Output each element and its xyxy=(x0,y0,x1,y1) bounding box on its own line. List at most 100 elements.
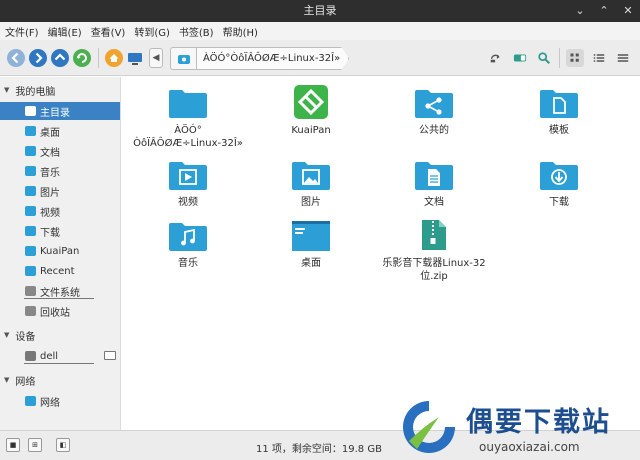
file-label: 模板 xyxy=(549,125,569,136)
sidebar-item-videos[interactable]: 视频 xyxy=(0,202,120,220)
toolbar: ◀ ÀÖÓ°ÒôÏÂÔØÆ÷Linux-32Î» xyxy=(0,40,640,76)
minimize-button[interactable]: ⌄ xyxy=(574,0,586,22)
watermark-url: ouyaoxiazai.com xyxy=(479,440,580,454)
sidebar-item-label: 图片 xyxy=(40,187,60,199)
file-item[interactable]: 音乐 xyxy=(133,220,243,270)
menu-bookmarks[interactable]: 书签(B) xyxy=(179,24,214,39)
zip-archive-icon xyxy=(422,220,446,250)
breadcrumb-path[interactable]: ÀÖÓ°ÒôÏÂÔØÆ÷Linux-32Î» xyxy=(196,47,349,70)
path-toggle-button[interactable]: ◀ xyxy=(149,48,163,68)
file-item[interactable]: 视频 xyxy=(133,159,243,209)
sidebar-item-recent[interactable]: Recent xyxy=(0,262,120,280)
file-item[interactable]: ÀÖÓ° ÒôÏÂÔØÆ÷Linux-32Î» xyxy=(133,87,243,150)
menu-edit[interactable]: 编辑(E) xyxy=(48,24,82,39)
drive-icon xyxy=(25,351,36,361)
computer-icon[interactable] xyxy=(126,49,144,67)
eject-icon[interactable] xyxy=(104,351,116,360)
file-label: 下载 xyxy=(549,197,569,208)
file-item[interactable]: 乐影音下载器Linux-32 位.zip xyxy=(379,218,489,283)
file-label: 乐影音下载器Linux-32 位.zip xyxy=(382,258,486,282)
section-title: 网络 xyxy=(15,376,36,388)
sidebar-item-desktop[interactable]: 桌面 xyxy=(0,122,120,140)
section-my-computer[interactable]: ▼ 我的电脑 xyxy=(4,83,55,98)
videos-icon xyxy=(25,206,36,216)
network-icon[interactable] xyxy=(487,49,505,67)
dell-usage-bar xyxy=(24,363,94,364)
documents-icon xyxy=(25,146,36,156)
section-devices[interactable]: ▼ 设备 xyxy=(4,328,36,343)
sidebar-item-label: 网络 xyxy=(40,397,60,409)
file-grid: ÀÖÓ° ÒôÏÂÔØÆ÷Linux-32Î» KuaiPan 公共的 模板 视… xyxy=(121,77,640,430)
menu-file[interactable]: 文件(F) xyxy=(5,24,39,39)
toggle-sidebar-icon[interactable]: ◧ xyxy=(56,438,70,452)
sidebar-item-label: 文件系统 xyxy=(40,287,80,299)
file-label: 公共的 xyxy=(419,125,449,136)
expand-triangle-icon: ▼ xyxy=(4,376,10,384)
watermark: 偶要下载站 ouyaoxiazai.com xyxy=(393,393,640,460)
expand-triangle-icon: ▼ xyxy=(4,86,10,94)
file-item[interactable]: 图片 xyxy=(256,159,366,209)
sidebar-item-kuaipan[interactable]: KuaiPan xyxy=(0,242,120,260)
music-folder-icon xyxy=(169,223,207,251)
search-icon[interactable] xyxy=(535,49,553,67)
download-folder-icon xyxy=(540,162,578,190)
file-label: ÀÖÓ° ÒôÏÂÔØÆ÷Linux-32Î» xyxy=(133,125,243,149)
caret-left-icon: ◀ xyxy=(152,53,160,63)
desktop-folder-icon xyxy=(292,221,330,251)
back-icon[interactable] xyxy=(7,49,25,67)
tree-icon[interactable]: ⊞ xyxy=(28,438,42,452)
sidebar-item-label: 主目录 xyxy=(40,107,70,119)
drive-icon[interactable] xyxy=(170,47,196,70)
sidebar-item-label: 音乐 xyxy=(40,167,60,179)
menu-view[interactable]: 查看(V) xyxy=(91,24,126,39)
kuaipan-icon xyxy=(294,85,328,119)
file-label: 音乐 xyxy=(178,258,198,269)
file-manager-window: 主目录 ⌄ ⌃ ✕ 文件(F) 编辑(E) 查看(V) 转到(G) 书签(B) … xyxy=(0,0,640,460)
toolbar-separator xyxy=(559,48,560,68)
view-tools xyxy=(487,48,632,68)
home-folder-icon xyxy=(25,106,36,116)
sidebar-item-label: 下载 xyxy=(40,227,60,239)
section-title: 设备 xyxy=(15,331,36,343)
sidebar-item-trash[interactable]: 回收站 xyxy=(0,302,120,320)
forward-icon[interactable] xyxy=(29,49,47,67)
close-button[interactable]: ✕ xyxy=(622,0,634,22)
home-icon[interactable] xyxy=(105,49,123,67)
video-folder-icon xyxy=(169,162,207,190)
watermark-logo xyxy=(403,401,455,453)
menu-go[interactable]: 转到(G) xyxy=(134,24,170,39)
file-item[interactable]: 文档 xyxy=(379,159,489,209)
menu-help[interactable]: 帮助(H) xyxy=(223,24,258,39)
trash-icon xyxy=(25,306,36,316)
sidebar-item-label: dell xyxy=(40,350,59,362)
watermark-title: 偶要下载站 xyxy=(466,407,611,438)
pictures-icon xyxy=(25,186,36,196)
sidebar-item-label: Recent xyxy=(40,265,75,277)
sidebar-item-downloads[interactable]: 下载 xyxy=(0,222,120,240)
sidebar-item-pictures[interactable]: 图片 xyxy=(0,182,120,200)
file-item[interactable]: 桌面 xyxy=(256,220,366,270)
file-item[interactable]: 模板 xyxy=(504,87,614,137)
sidebar-item-documents[interactable]: 文档 xyxy=(0,142,120,160)
refresh-icon[interactable] xyxy=(73,49,91,67)
list-view-icon[interactable] xyxy=(590,49,608,67)
icon-view-icon[interactable] xyxy=(566,49,584,67)
breadcrumb: ÀÖÓ°ÒôÏÂÔØÆ÷Linux-32Î» xyxy=(170,47,349,70)
places-icon[interactable]: ■ xyxy=(6,438,20,452)
file-item[interactable]: 公共的 xyxy=(379,87,489,137)
up-icon[interactable] xyxy=(51,49,69,67)
compact-view-icon[interactable] xyxy=(614,49,632,67)
sidebar-item-home[interactable]: 主目录 xyxy=(0,102,120,120)
section-network[interactable]: ▼ 网络 xyxy=(4,373,36,388)
folder-icon xyxy=(169,90,207,118)
sidebar-item-network[interactable]: 网络 xyxy=(0,392,120,410)
file-label: 图片 xyxy=(301,197,321,208)
folder-icon xyxy=(25,246,36,256)
sidebar-item-label: KuaiPan xyxy=(40,245,80,257)
sidebar-item-label: 视频 xyxy=(40,207,60,219)
sidebar-item-music[interactable]: 音乐 xyxy=(0,162,120,180)
maximize-button[interactable]: ⌃ xyxy=(598,0,610,22)
file-item[interactable]: KuaiPan xyxy=(256,85,366,137)
file-item[interactable]: 下载 xyxy=(504,159,614,209)
toggle-icon[interactable] xyxy=(511,49,529,67)
